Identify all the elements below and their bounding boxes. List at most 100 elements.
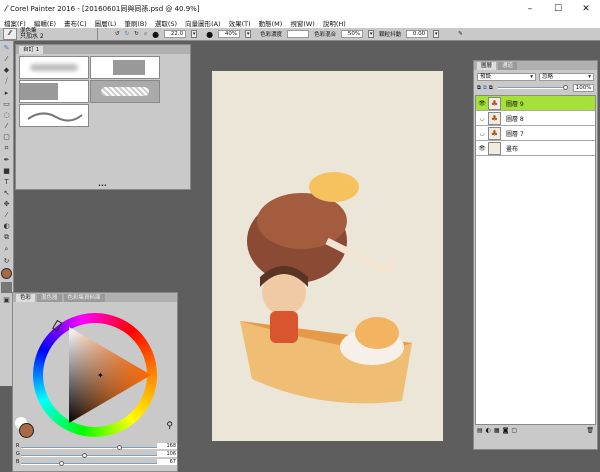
menu-window[interactable]: 視窗(W) xyxy=(290,18,315,28)
preserve-transparency-icon[interactable]: ⧉ xyxy=(477,85,481,92)
jitter-label: 顆粒抖動 xyxy=(379,32,402,38)
shape-select-icon[interactable]: ↖ xyxy=(4,189,10,197)
opacity-dropdown[interactable]: ▾ xyxy=(245,30,252,38)
tab-color[interactable]: 色彩 xyxy=(16,294,36,302)
b-slider[interactable] xyxy=(21,461,166,466)
layer-row[interactable]: ◡ ♣ 圖層 7 xyxy=(476,126,595,141)
size-field[interactable]: 22.0 xyxy=(164,30,187,38)
reset-tool-icon[interactable]: ↺ xyxy=(115,31,120,37)
composite-select[interactable]: 忽略 ▾ xyxy=(538,73,594,81)
menu-effects[interactable]: 效果(T) xyxy=(229,18,251,28)
opacity-field[interactable]: 40% xyxy=(218,30,241,38)
eye-closed-icon[interactable]: ◡ xyxy=(476,115,488,122)
layer-thumbnail: ♣ xyxy=(488,96,501,110)
brush-preset-2[interactable] xyxy=(90,56,160,79)
layer-row[interactable]: 👁 畫布 xyxy=(476,141,595,156)
pick-underlying-icon[interactable]: ⧉ xyxy=(483,85,487,92)
r-label: R xyxy=(16,443,20,449)
tab-mixer[interactable]: 混色器 xyxy=(37,294,62,302)
clone-icon[interactable]: ✥ xyxy=(4,200,10,208)
b-value[interactable]: 67 xyxy=(157,459,177,465)
opacity-slider[interactable] xyxy=(497,85,568,90)
eye-icon[interactable]: 👁 xyxy=(476,145,488,152)
r-value[interactable]: 168 xyxy=(157,443,177,449)
rect-select-icon[interactable]: ▭ xyxy=(3,100,10,108)
stroke-alt-icon[interactable]: ↻ xyxy=(134,31,139,37)
menu-brushes[interactable]: 筆刷(B) xyxy=(124,18,147,28)
lasso-icon[interactable]: ◌ xyxy=(3,111,9,119)
clone-color-icon[interactable]: ⚲ xyxy=(166,421,173,431)
layer-row[interactable]: 👁 ♣ 圖層 9 xyxy=(476,96,595,111)
shape-tool-icon[interactable]: ■ xyxy=(3,167,10,175)
brush-ghost-icon[interactable]: ⌀ xyxy=(144,31,147,37)
pen-tool-icon[interactable]: ✒ xyxy=(4,156,10,164)
menu-layers[interactable]: 圖層(L) xyxy=(95,18,117,28)
layer-adjuster-icon[interactable]: ▸ xyxy=(5,89,9,97)
tab-channels[interactable]: 通道 xyxy=(498,62,518,70)
brush-selector[interactable]: ⁄⁄ 混色筆 只加水 2 xyxy=(3,27,98,41)
size-dropdown[interactable]: ▾ xyxy=(191,30,198,38)
brush-preset-1[interactable] xyxy=(19,56,89,79)
paper-swatch[interactable] xyxy=(1,282,12,293)
jitter-field[interactable]: 0.00 xyxy=(406,30,429,38)
menu-movie[interactable]: 動態(M) xyxy=(259,18,283,28)
magnifier-icon[interactable]: ⌕ xyxy=(5,245,9,254)
menu-edit[interactable]: 編輯(E) xyxy=(34,18,56,28)
layer-opacity-field[interactable]: 100% xyxy=(572,84,594,92)
minimize-button[interactable]: – xyxy=(516,4,544,14)
tab-custom[interactable]: 自訂 1 xyxy=(19,46,44,54)
rotate-icon[interactable]: ↻ xyxy=(4,257,10,265)
text-tool-icon[interactable]: T xyxy=(4,178,8,186)
new-group-icon[interactable]: ▦ xyxy=(494,427,500,434)
delete-layer-icon[interactable]: 🗑 xyxy=(586,427,594,434)
eye-icon[interactable]: 👁 xyxy=(476,100,488,107)
layer-commands-icon[interactable]: ▤ xyxy=(477,427,483,434)
eye-closed-icon[interactable]: ◡ xyxy=(476,130,488,137)
close-button[interactable]: ✕ xyxy=(572,4,600,14)
paint-bucket-icon[interactable]: ◆ xyxy=(4,66,9,74)
canvas-paper[interactable] xyxy=(212,71,443,441)
brush-preset-5[interactable] xyxy=(19,104,89,127)
layer-row[interactable]: ◡ ♣ 圖層 8 xyxy=(476,111,595,126)
g-label: G xyxy=(16,451,20,457)
maximize-button[interactable]: ☐ xyxy=(544,4,572,14)
dynamic-plugins-icon[interactable]: ◐ xyxy=(486,427,491,434)
main-color-swatch[interactable] xyxy=(19,423,34,438)
dropper-tool-icon[interactable]: ⁄ xyxy=(6,55,7,63)
new-layer-icon[interactable]: ▢ xyxy=(511,427,517,434)
tab-color-sets[interactable]: 色彩集資料庫 xyxy=(63,294,105,302)
menu-file[interactable]: 檔案(F) xyxy=(4,18,26,28)
transform-icon[interactable]: ▢ xyxy=(3,133,10,141)
color-mix-field[interactable]: 50% xyxy=(341,30,364,38)
g-value[interactable]: 106 xyxy=(157,451,177,457)
menu-select[interactable]: 選取(S) xyxy=(155,18,177,28)
menu-shapes[interactable]: 向量圖形(A) xyxy=(185,18,221,28)
crop-icon[interactable]: ⌗ xyxy=(5,144,9,153)
menu-help[interactable]: 說明(H) xyxy=(323,18,346,28)
rubber-stamp-icon[interactable]: ⁄ xyxy=(6,211,7,219)
stroke-icon[interactable]: ↻ xyxy=(125,31,130,37)
brush-tool-icon[interactable]: ✎ xyxy=(4,44,10,52)
blend-mode-select[interactable]: 預設 ▾ xyxy=(477,73,536,81)
mirror-icon[interactable]: ⧉ xyxy=(4,233,9,242)
media-icon[interactable]: ▣ xyxy=(3,296,10,304)
magic-wand-icon[interactable]: ⁄ xyxy=(6,122,7,130)
mask-icon[interactable]: ◙ xyxy=(503,427,509,434)
main-color-swatch[interactable] xyxy=(1,268,12,279)
color-mix-dropdown[interactable]: ▾ xyxy=(368,30,375,38)
brush-preset-3[interactable] xyxy=(19,80,89,103)
saturation-value-triangle[interactable]: ✦ xyxy=(33,313,157,437)
jitter-dropdown[interactable]: ▾ xyxy=(433,30,440,38)
panel-grip[interactable]: ••• xyxy=(98,183,107,189)
r-slider[interactable] xyxy=(21,445,166,450)
eraser-tool-icon[interactable]: ⧸ xyxy=(5,77,7,86)
brush-preset-4[interactable] xyxy=(90,80,160,103)
g-slider[interactable] xyxy=(21,453,166,458)
color-panel: 色彩 混色器 色彩集資料庫 ✦ ⚲ R 168 G 106 B 67 xyxy=(12,292,178,472)
dab-icon[interactable]: ✎ xyxy=(458,31,463,37)
menu-canvas[interactable]: 畫布(C) xyxy=(64,18,87,28)
tab-layers[interactable]: 圖層 xyxy=(477,62,497,70)
dodge-icon[interactable]: ◐ xyxy=(3,222,9,230)
lock-icon[interactable]: ⧉ xyxy=(489,85,493,92)
color-conc-field[interactable] xyxy=(287,30,310,38)
